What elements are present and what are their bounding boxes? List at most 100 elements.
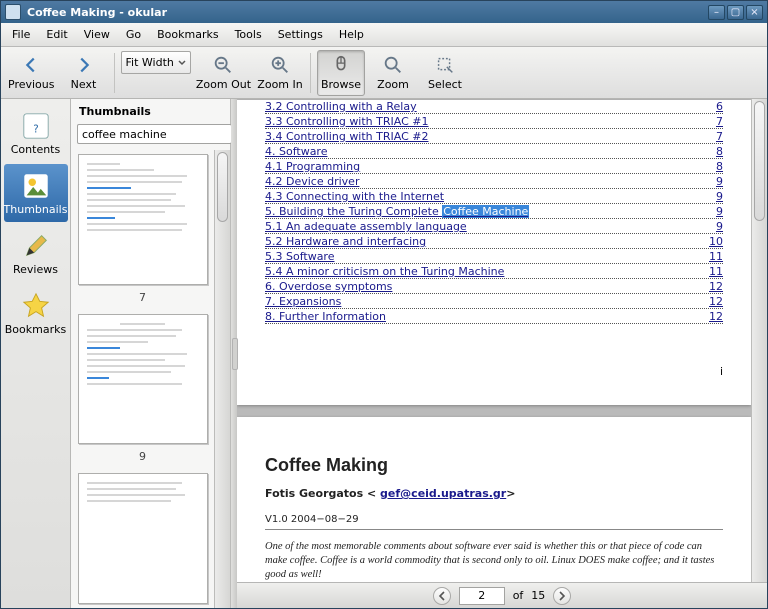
author-email-link[interactable]: gef@ceid.upatras.gr (380, 487, 506, 500)
thumbnail-page[interactable] (78, 473, 208, 604)
zoom-tool-label: Zoom (377, 78, 409, 91)
sidebar-tab-reviews-label: Reviews (13, 263, 58, 276)
doc-version: V1.0 2004−08−29 (265, 510, 723, 530)
arrow-left-icon (20, 54, 42, 76)
toolbar-separator (114, 53, 115, 93)
sidebar-tab-reviews[interactable]: Reviews (4, 224, 68, 282)
document-view: 3.2 Controlling with a Relay6 3.3 Contro… (237, 99, 767, 608)
zoom-out-button[interactable]: Zoom Out (195, 50, 252, 96)
toc-entry[interactable]: 6. Overdose symptoms12 (265, 280, 723, 294)
window-title: Coffee Making - okular (27, 6, 706, 19)
toc-entry-highlighted[interactable]: 5. Building the Turing Complete Coffee M… (265, 205, 723, 219)
menu-tools[interactable]: Tools (228, 25, 269, 44)
mouse-icon (330, 54, 352, 76)
zoom-mode-select[interactable]: Fit Width (121, 51, 191, 74)
browse-label: Browse (321, 78, 361, 91)
page-number: i (720, 365, 723, 378)
scrollbar-thumb[interactable] (754, 101, 765, 221)
thumbnails-search (71, 122, 230, 150)
next-page-button[interactable] (553, 587, 571, 605)
doc-page-toc: 3.2 Controlling with a Relay6 3.3 Contro… (237, 100, 751, 405)
browse-button[interactable]: Browse (317, 50, 365, 96)
thumbnails-icon (21, 171, 51, 201)
close-button[interactable]: × (746, 5, 763, 20)
toc-entry[interactable]: 4.1 Programming8 (265, 160, 723, 174)
toc-entry[interactable]: 3.3 Controlling with TRIAC #17 (265, 115, 723, 129)
thumbnail-page[interactable] (78, 154, 208, 285)
app-window: Coffee Making - okular – ▢ × File Edit V… (0, 0, 768, 609)
menu-file[interactable]: File (5, 25, 37, 44)
magnifier-icon (382, 54, 404, 76)
arrow-right-icon (73, 54, 95, 76)
thumbnail-page[interactable] (78, 314, 208, 445)
menu-go[interactable]: Go (119, 25, 148, 44)
toc-entry[interactable]: 3.4 Controlling with TRIAC #27 (265, 130, 723, 144)
toc-entry[interactable]: 5.2 Hardware and interfacing10 (265, 235, 723, 249)
panel-title: Thumbnails (71, 99, 230, 122)
zoom-tool-button[interactable]: Zoom (369, 50, 417, 96)
doc-author: Fotis Georgatos < gef@ceid.upatras.gr> (265, 484, 723, 500)
toc-entry[interactable]: 5.4 A minor criticism on the Turing Mach… (265, 265, 723, 279)
body: ? Contents Thumbnails Reviews Bookmarks … (1, 99, 767, 608)
select-icon (434, 54, 456, 76)
doc-intro: One of the most memorable comments about… (265, 540, 723, 582)
toolbar-separator (310, 53, 311, 93)
zoom-in-button[interactable]: Zoom In (256, 50, 304, 96)
maximize-button[interactable]: ▢ (727, 5, 744, 20)
scrollbar-thumb[interactable] (217, 152, 228, 222)
prev-page-button[interactable] (433, 587, 451, 605)
sidebar-tab-contents-label: Contents (11, 143, 60, 156)
zoom-in-icon (269, 54, 291, 76)
chevron-left-icon (437, 591, 447, 601)
select-tool-button[interactable]: Select (421, 50, 469, 96)
star-icon (21, 291, 51, 321)
toc-entry[interactable]: 8. Further Information12 (265, 310, 723, 324)
next-label: Next (71, 78, 97, 91)
toc-entry[interactable]: 5.3 Software11 (265, 250, 723, 264)
thumbnail-number: 7 (77, 291, 208, 304)
chevron-down-icon (178, 59, 186, 67)
thumbnail-number: 9 (77, 450, 208, 463)
toc-entry[interactable]: 4. Software8 (265, 145, 723, 159)
doc-title: Coffee Making (265, 455, 723, 476)
thumbnails-scrollbar[interactable] (214, 150, 230, 608)
help-icon: ? (21, 111, 51, 141)
sidebar-tab-bookmarks-label: Bookmarks (5, 323, 66, 336)
search-highlight: Coffee Machine (442, 205, 529, 218)
menu-edit[interactable]: Edit (39, 25, 74, 44)
total-pages: 15 (531, 589, 545, 602)
previous-button[interactable]: Previous (7, 50, 56, 96)
toc-entry[interactable]: 7. Expansions12 (265, 295, 723, 309)
next-button[interactable]: Next (60, 50, 108, 96)
sidebar-tab-thumbnails[interactable]: Thumbnails (4, 164, 68, 222)
doc-page-title: Coffee Making Fotis Georgatos < gef@ceid… (237, 417, 751, 582)
zoom-in-label: Zoom In (257, 78, 302, 91)
sidebar-tab-bookmarks[interactable]: Bookmarks (4, 284, 68, 342)
toc-entry[interactable]: 4.2 Device driver9 (265, 175, 723, 189)
menu-settings[interactable]: Settings (271, 25, 330, 44)
search-input[interactable] (77, 124, 232, 144)
toolbar: Previous Next Fit Width Zoom Out Zoom In… (1, 47, 767, 99)
zoom-mode-value: Fit Width (126, 56, 174, 69)
toc-entry[interactable]: 5.1 An adequate assembly language9 (265, 220, 723, 234)
minimize-button[interactable]: – (708, 5, 725, 20)
sidebar-tab-thumbnails-label: Thumbnails (4, 203, 68, 216)
thumbnails-list[interactable]: 7 9 (71, 150, 214, 608)
sidebar-tab-contents[interactable]: ? Contents (4, 104, 68, 162)
zoom-out-label: Zoom Out (196, 78, 251, 91)
page-viewport[interactable]: 3.2 Controlling with a Relay6 3.3 Contro… (237, 99, 751, 582)
thumbnails-panel: Thumbnails 7 (71, 99, 231, 608)
panel-splitter[interactable] (231, 99, 237, 608)
toc-entry[interactable]: 3.2 Controlling with a Relay6 (265, 100, 723, 114)
pencil-icon (21, 231, 51, 261)
page-number-input[interactable] (459, 587, 505, 605)
toc-entry[interactable]: 4.3 Connecting with the Internet9 (265, 190, 723, 204)
titlebar[interactable]: Coffee Making - okular – ▢ × (1, 1, 767, 23)
menu-bookmarks[interactable]: Bookmarks (150, 25, 225, 44)
of-label: of (513, 589, 524, 602)
menu-view[interactable]: View (77, 25, 117, 44)
zoom-out-icon (212, 54, 234, 76)
menu-help[interactable]: Help (332, 25, 371, 44)
document-scrollbar[interactable] (751, 99, 767, 582)
previous-label: Previous (8, 78, 55, 91)
